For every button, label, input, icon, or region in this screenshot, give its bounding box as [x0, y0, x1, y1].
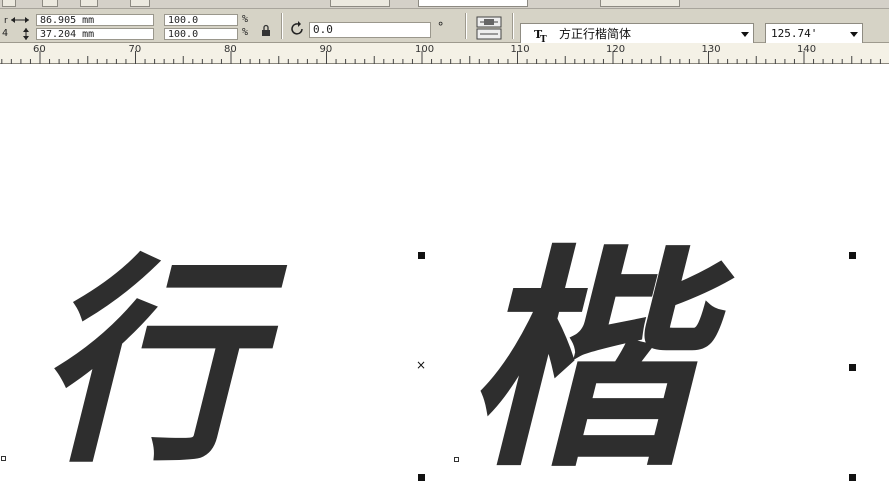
- lock-icon[interactable]: [259, 23, 273, 37]
- toolbar-button[interactable]: [600, 0, 680, 7]
- font-size-value: 125.74': [771, 27, 818, 40]
- selection-handle[interactable]: [418, 252, 425, 259]
- scale-y-field[interactable]: 100.0: [164, 28, 238, 40]
- ruler-label: 70: [128, 44, 142, 55]
- ruler-label: 60: [33, 44, 46, 55]
- svg-text:T: T: [540, 35, 547, 43]
- font-size-dropdown[interactable]: 125.74': [765, 23, 863, 45]
- text-alignment-icon[interactable]: [475, 15, 503, 41]
- text-character-kai[interactable]: 楷: [464, 245, 698, 479]
- font-list-dropdown[interactable]: TT 方正行楷简体: [520, 23, 754, 45]
- ruler-label: 90: [319, 44, 333, 55]
- ruler-label: 140: [797, 44, 817, 55]
- node-marker[interactable]: [1, 456, 6, 461]
- vertical-arrows-icon: [20, 27, 32, 41]
- percent-unit-x: %: [242, 14, 249, 25]
- separator: [512, 13, 514, 39]
- left-digit: 4: [2, 28, 9, 39]
- ruler-label: 130: [701, 44, 721, 55]
- selection-handle[interactable]: [849, 364, 856, 371]
- separator: [281, 13, 283, 39]
- rotate-icon: [289, 20, 307, 38]
- drawing-canvas[interactable]: 行 楷 ×: [0, 65, 889, 500]
- object-height-field[interactable]: 37.204 mm: [36, 28, 154, 40]
- scale-x-field[interactable]: 100.0: [164, 14, 238, 26]
- toolbar-button[interactable]: [80, 0, 98, 7]
- ruler-label: 80: [224, 44, 237, 55]
- main-toolbar: [0, 0, 889, 9]
- ruler-label: 100: [415, 44, 435, 55]
- toolbar-button[interactable]: [2, 0, 16, 7]
- rotation-angle-field[interactable]: 0.0: [309, 22, 431, 38]
- horizontal-ruler[interactable]: 60 70 80 90 100 110 120 130 140: [0, 43, 889, 64]
- chevron-down-icon[interactable]: [737, 24, 753, 44]
- toolbar-button[interactable]: [42, 0, 58, 7]
- degree-unit: °: [437, 20, 445, 34]
- object-width-field[interactable]: 86.905 mm: [36, 14, 154, 26]
- toolbar-button[interactable]: [330, 0, 390, 7]
- svg-text:r: r: [4, 16, 8, 26]
- truetype-font-icon: TT: [533, 27, 551, 43]
- font-name: 方正行楷简体: [559, 27, 632, 41]
- zoom-field[interactable]: [418, 0, 528, 7]
- selection-handle[interactable]: [849, 474, 856, 481]
- selection-handle[interactable]: [849, 252, 856, 259]
- ruler-label: 110: [510, 44, 530, 55]
- ruler-label: 120: [606, 44, 626, 55]
- selection-handle[interactable]: [418, 474, 425, 481]
- toolbar-button[interactable]: [130, 0, 150, 7]
- node-marker[interactable]: [454, 457, 459, 462]
- text-character-xing[interactable]: 行: [36, 253, 256, 473]
- center-marker-icon: ×: [416, 358, 427, 372]
- property-bar: r 4 86.905 mm 37.204 mm 100.0 100.0 % % …: [0, 9, 889, 45]
- percent-unit-y: %: [242, 27, 249, 38]
- chevron-down-icon[interactable]: [846, 24, 862, 44]
- separator: [465, 13, 467, 39]
